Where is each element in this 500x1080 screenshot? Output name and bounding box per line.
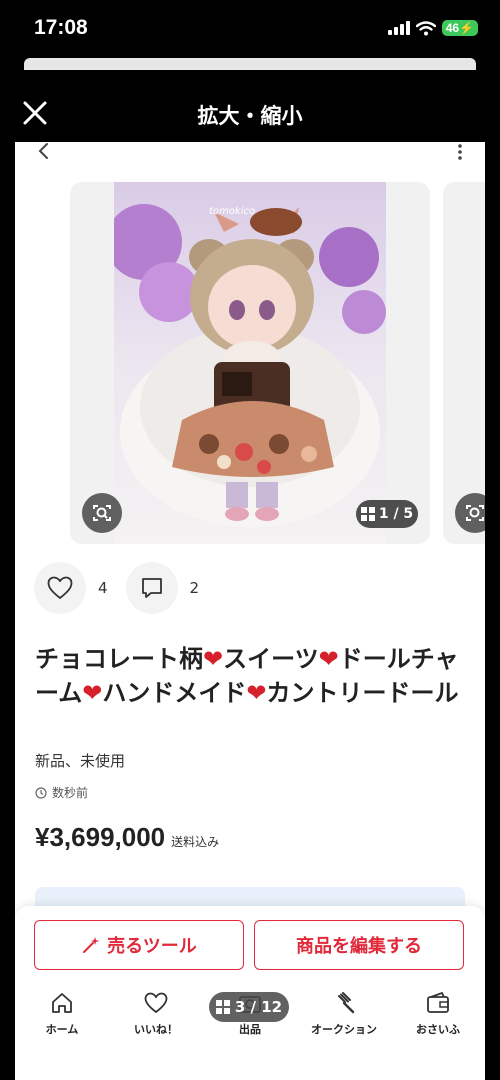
tab-auction[interactable]: オークション xyxy=(297,990,391,1050)
tab-wallet[interactable]: おさいふ xyxy=(391,990,485,1050)
edit-item-button[interactable]: 商品を編集する xyxy=(254,920,464,970)
back-icon[interactable] xyxy=(35,142,53,160)
wifi-icon xyxy=(415,20,436,35)
scan-search-icon xyxy=(466,505,484,521)
item-actions: 4 2 xyxy=(34,562,217,614)
status-icons: 46⚡ xyxy=(387,20,478,36)
tab-likes[interactable]: いいね！ xyxy=(109,990,203,1050)
comment-count: 2 xyxy=(189,579,200,597)
battery-indicator: 46⚡ xyxy=(441,20,478,36)
sheet-background xyxy=(24,58,476,70)
bottom-action-panel: 売るツール 商品を編集する ホーム いいね！ 出品 オークション おさいふ 3 … xyxy=(15,906,485,1080)
item-price: ¥3,699,000 送料込み xyxy=(35,822,219,853)
screenshot-page-indicator: 3 / 12 xyxy=(209,992,289,1022)
sell-tool-button[interactable]: 売るツール xyxy=(34,920,244,970)
signal-icon xyxy=(387,21,410,35)
zoom-title: 拡大・縮小 xyxy=(197,104,303,128)
comment-icon xyxy=(141,578,162,598)
price-value: ¥3,699,000 xyxy=(35,822,166,852)
grid-icon xyxy=(215,1000,230,1014)
more-icon[interactable] xyxy=(457,144,463,160)
status-bar: 17:08 46⚡ xyxy=(0,0,500,56)
item-page: tomokico 1 / 5 4 2 チョコレート柄❤スイーツ❤ドールチャーム❤… xyxy=(15,142,485,1080)
comment-button[interactable] xyxy=(125,562,178,614)
like-button[interactable] xyxy=(34,562,86,614)
scan-search-icon xyxy=(93,505,111,521)
like-count: 4 xyxy=(98,579,108,597)
shipping-note: 送料込み xyxy=(171,835,220,849)
next-image-zoom-button[interactable] xyxy=(455,493,485,533)
next-image-card[interactable] xyxy=(443,182,485,544)
image-zoom-button[interactable] xyxy=(82,493,122,533)
item-photo[interactable]: tomokico xyxy=(114,182,386,544)
zoom-header: 拡大・縮小 xyxy=(0,86,500,142)
home-icon xyxy=(52,993,72,1013)
tab-home[interactable]: ホーム xyxy=(15,990,109,1050)
status-time: 17:08 xyxy=(34,16,88,39)
image-counter: 1 / 5 xyxy=(356,500,418,528)
grid-icon xyxy=(360,507,375,521)
item-title: チョコレート柄❤スイーツ❤ドールチャーム❤ハンドメイド❤カントリードール xyxy=(35,645,459,707)
posted-time: 数秒前 xyxy=(35,784,88,801)
heart-icon xyxy=(47,576,73,600)
clock-icon xyxy=(35,786,47,799)
gavel-icon xyxy=(338,992,355,1014)
magic-wand-icon xyxy=(83,937,100,953)
heart-icon xyxy=(144,992,168,1014)
item-image-carousel[interactable]: tomokico 1 / 5 xyxy=(70,182,430,544)
item-condition: 新品、未使用 xyxy=(35,752,126,770)
photo-watermark: tomokico xyxy=(209,206,255,217)
wallet-icon xyxy=(427,991,449,1013)
